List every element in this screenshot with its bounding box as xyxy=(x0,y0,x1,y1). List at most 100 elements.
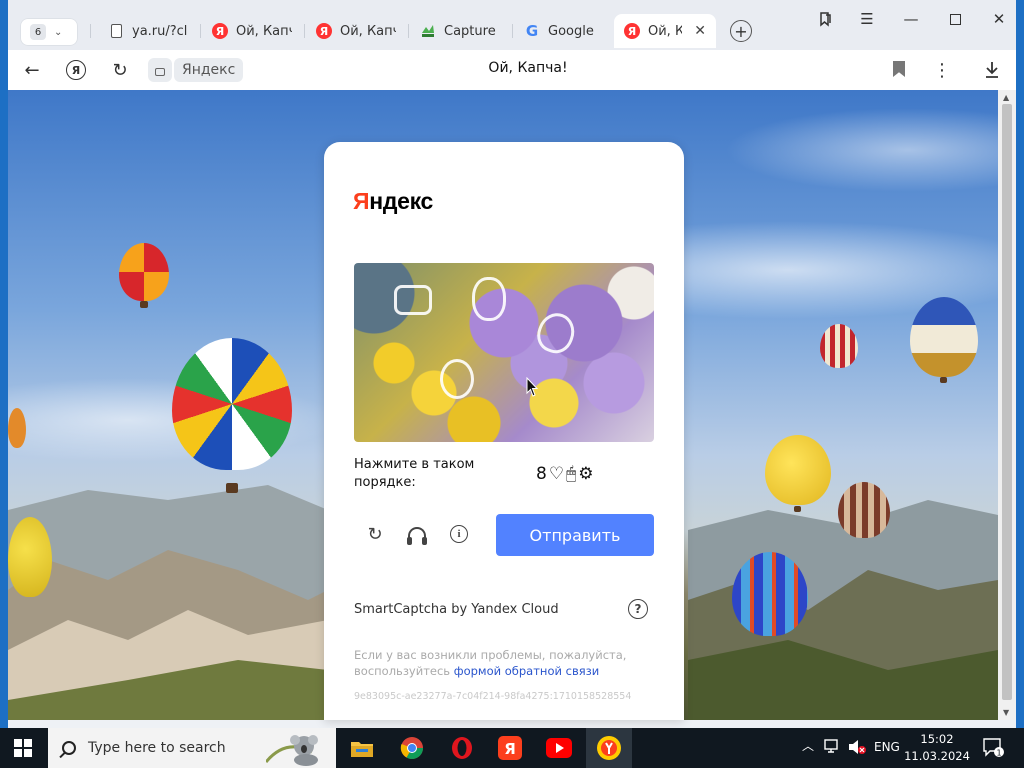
tab-ya-ru[interactable]: ya.ru/?clid xyxy=(98,14,198,48)
chrome-icon[interactable] xyxy=(398,734,426,762)
svg-text:Я: Я xyxy=(504,740,516,758)
headphones-icon xyxy=(407,527,427,545)
balloon-image xyxy=(838,482,890,538)
chevron-down-icon: ⌄ xyxy=(54,26,63,38)
notification-count: 1 xyxy=(996,749,1001,758)
notifications-icon[interactable]: 1 xyxy=(983,738,1005,761)
tab-separator xyxy=(408,24,409,38)
page-title[interactable]: Ой, Капча! xyxy=(428,60,628,76)
scroll-down-icon[interactable]: ▼ xyxy=(1003,708,1009,717)
balloon-image xyxy=(910,297,978,377)
captcha-instruction: Нажмите в таком порядке: xyxy=(354,457,475,490)
yandex-home-button[interactable]: Я xyxy=(64,58,88,82)
reload-icon[interactable]: ↻ xyxy=(108,58,132,82)
taskbar-search-box[interactable]: Type here to search xyxy=(48,728,336,768)
tab-label: Capture th xyxy=(444,23,500,39)
tab-label: Google xyxy=(548,23,594,39)
page-scrollbar[interactable]: ▲ ▼ xyxy=(998,90,1016,720)
back-arrow-icon[interactable]: ← xyxy=(20,58,44,82)
captcha-glyph[interactable] xyxy=(440,359,474,399)
yandex-app-icon[interactable]: Я xyxy=(496,734,524,762)
captcha-info-button[interactable]: i xyxy=(447,522,471,546)
address-toolbar: ← Я ↻ Яндекс Ой, Капча! ⋮ xyxy=(8,50,1016,90)
system-clock[interactable]: 15:02 11.03.2024 xyxy=(904,731,970,765)
tab-google[interactable]: G Google xyxy=(514,14,612,48)
yandex-logo: Яндекс xyxy=(353,188,434,214)
tab-strip: 6 ⌄ ya.ru/?clid Я Ой, Капча Я Ой, Капча … xyxy=(8,0,1016,50)
close-window-icon[interactable]: ✕ xyxy=(988,8,1010,30)
windows-start-icon[interactable] xyxy=(14,739,32,757)
scrollbar-thumb[interactable] xyxy=(1002,104,1012,700)
order-symbol-3: 🖱 xyxy=(566,464,577,484)
yandex-browser-icon[interactable] xyxy=(595,734,623,762)
balloon-image xyxy=(8,408,26,448)
captcha-glyph[interactable] xyxy=(472,277,506,321)
balloon-image xyxy=(172,338,292,470)
tab-label: Ой, Капча xyxy=(236,23,292,39)
smartcaptcha-label: SmartCaptcha by Yandex Cloud xyxy=(354,602,559,617)
minimize-icon[interactable]: — xyxy=(900,8,922,30)
volume-muted-icon[interactable] xyxy=(848,739,866,758)
captcha-order-sequence: 8 ♡ 🖱 ⚙ xyxy=(536,464,594,484)
document-icon xyxy=(108,23,124,39)
yandex-logo-icon: Я xyxy=(66,60,86,80)
scroll-up-icon[interactable]: ▲ xyxy=(1003,93,1009,102)
file-explorer-icon[interactable] xyxy=(348,734,376,762)
new-tab-button[interactable]: + xyxy=(730,20,752,42)
close-tab-icon[interactable]: ✕ xyxy=(694,23,706,39)
bookmarks-panel-icon[interactable] xyxy=(814,8,836,30)
balloon-image xyxy=(820,324,858,368)
tab-capture[interactable]: Capture th xyxy=(410,14,510,48)
yandex-icon: Я xyxy=(316,23,332,39)
help-icon[interactable]: ? xyxy=(628,599,648,619)
lock-icon[interactable] xyxy=(148,58,172,82)
tab-captcha-1[interactable]: Я Ой, Капча xyxy=(202,14,302,48)
capture-icon xyxy=(420,23,436,39)
windows-taskbar: Type here to search Я ︿ ENG 15:02 11.03.… xyxy=(0,728,1024,768)
opera-icon[interactable] xyxy=(448,734,476,762)
balloon-basket xyxy=(794,506,801,512)
captcha-image[interactable] xyxy=(354,263,654,442)
captcha-glyph[interactable] xyxy=(394,285,432,315)
order-symbol-4: ⚙ xyxy=(578,464,594,484)
language-indicator[interactable]: ENG xyxy=(874,740,900,754)
tab-captcha-active[interactable]: Я Ой, Кап ✕ xyxy=(614,14,716,48)
tab-counter-button[interactable]: 6 ⌄ xyxy=(20,18,78,46)
balloon-image xyxy=(732,552,808,636)
captcha-card: Яндекс Нажмите в таком порядке: 8 ♡ 🖱 ⚙ … xyxy=(324,142,684,720)
tab-label: Ой, Кап xyxy=(648,23,683,39)
network-icon[interactable] xyxy=(824,739,842,758)
yandex-icon: Я xyxy=(212,23,228,39)
order-symbol-2: ♡ xyxy=(548,464,565,484)
tab-label: ya.ru/?clid xyxy=(132,23,188,39)
balloon-image xyxy=(8,517,52,597)
feedback-form-link[interactable]: формой обратной связи xyxy=(454,664,599,678)
youtube-icon[interactable] xyxy=(545,734,573,762)
bookmark-icon[interactable] xyxy=(893,61,905,77)
clock-date: 11.03.2024 xyxy=(904,749,970,763)
maximize-icon[interactable] xyxy=(944,8,966,30)
site-name-chip[interactable]: Яндекс xyxy=(174,58,244,82)
google-icon: G xyxy=(525,22,539,40)
tab-separator xyxy=(512,24,513,38)
submit-button[interactable]: Отправить xyxy=(496,514,654,556)
tab-separator xyxy=(200,24,201,38)
menu-icon[interactable]: ☰ xyxy=(856,8,878,30)
more-options-icon[interactable]: ⋮ xyxy=(930,58,954,82)
balloon-basket xyxy=(226,483,238,493)
captcha-token: 9e83095c-ae23277a-7c04f214-98fa4275:1710… xyxy=(354,691,632,702)
balloon-image xyxy=(119,243,169,301)
tab-count: 6 xyxy=(30,24,46,40)
tab-label: Ой, Капча xyxy=(340,23,396,39)
clock-time: 15:02 xyxy=(920,732,954,746)
refresh-captcha-icon[interactable]: ↻ xyxy=(363,522,387,546)
tab-separator xyxy=(90,24,91,38)
download-icon[interactable] xyxy=(980,58,1004,82)
search-icon xyxy=(62,741,76,755)
chevron-up-icon[interactable]: ︿ xyxy=(802,737,814,754)
tab-captcha-2[interactable]: Я Ой, Капча xyxy=(306,14,406,48)
audio-captcha-button[interactable] xyxy=(405,522,429,546)
balloon-basket xyxy=(940,377,947,383)
balloon-basket xyxy=(140,301,148,308)
captcha-glyph[interactable] xyxy=(532,308,580,358)
